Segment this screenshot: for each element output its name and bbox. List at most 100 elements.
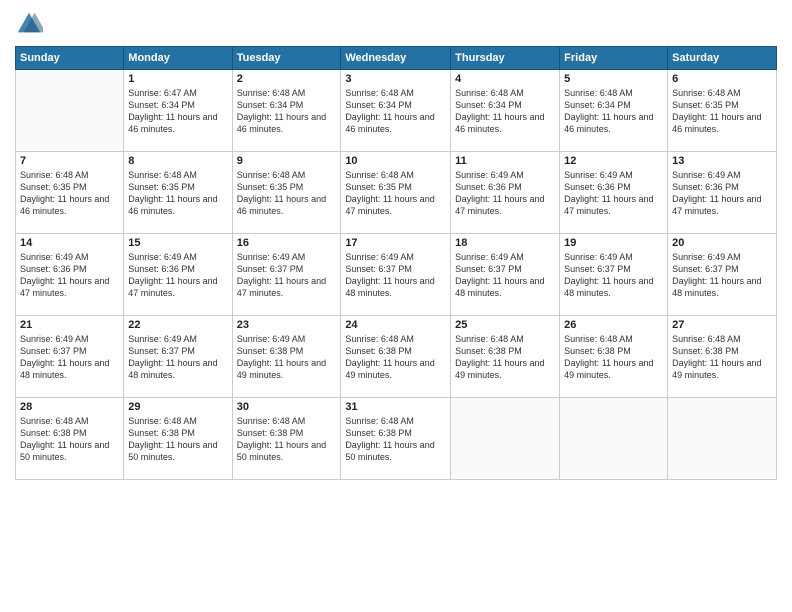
calendar-cell: 21 Sunrise: 6:49 AMSunset: 6:37 PMDayligh… [16,316,124,398]
calendar-cell: 16 Sunrise: 6:49 AMSunset: 6:37 PMDayligh… [232,234,341,316]
day-number: 2 [237,73,337,85]
calendar-header-saturday: Saturday [668,47,777,70]
day-info: Sunrise: 6:48 AMSunset: 6:35 PMDaylight:… [20,169,119,218]
calendar-cell: 7 Sunrise: 6:48 AMSunset: 6:35 PMDaylight… [16,152,124,234]
day-info: Sunrise: 6:48 AMSunset: 6:35 PMDaylight:… [128,169,227,218]
calendar-cell: 11 Sunrise: 6:49 AMSunset: 6:36 PMDayligh… [451,152,560,234]
day-info: Sunrise: 6:48 AMSunset: 6:38 PMDaylight:… [455,333,555,382]
day-info: Sunrise: 6:49 AMSunset: 6:37 PMDaylight:… [128,333,227,382]
calendar-cell: 27Sunrise: 6:48 AMSunset: 6:38 PMDayligh… [668,316,777,398]
calendar-cell: 1 Sunrise: 6:47 AMSunset: 6:34 PMDaylight… [124,70,232,152]
day-info: Sunrise: 6:49 AMSunset: 6:36 PMDaylight:… [672,169,772,218]
calendar-cell: 4Sunrise: 6:48 AMSunset: 6:34 PMDaylight… [451,70,560,152]
day-info: Sunrise: 6:49 AMSunset: 6:36 PMDaylight:… [455,169,555,218]
calendar-cell: 9Sunrise: 6:48 AMSunset: 6:35 PMDaylight… [232,152,341,234]
calendar-cell: 31Sunrise: 6:48 AMSunset: 6:38 PMDayligh… [341,398,451,480]
day-info: Sunrise: 6:47 AMSunset: 6:34 PMDaylight:… [128,87,227,136]
day-info: Sunrise: 6:49 AMSunset: 6:37 PMDaylight:… [455,251,555,300]
calendar-cell: 2 Sunrise: 6:48 AMSunset: 6:34 PMDaylight… [232,70,341,152]
day-info: Sunrise: 6:48 AMSunset: 6:34 PMDaylight:… [237,87,337,136]
calendar-cell: 29 Sunrise: 6:48 AMSunset: 6:38 PMDayligh… [124,398,232,480]
header [15,10,777,38]
day-info: Sunrise: 6:48 AMSunset: 6:38 PMDaylight:… [237,415,337,464]
day-info: Sunrise: 6:48 AMSunset: 6:35 PMDaylight:… [345,169,446,218]
day-number: 21 [20,319,119,331]
calendar-cell: 5Sunrise: 6:48 AMSunset: 6:34 PMDaylight… [560,70,668,152]
day-info: Sunrise: 6:48 AMSunset: 6:38 PMDaylight:… [564,333,663,382]
calendar-week-row: 28 Sunrise: 6:48 AMSunset: 6:38 PMDayligh… [16,398,777,480]
logo-icon [15,10,43,38]
day-number: 18 [455,237,555,249]
day-number: 29 [128,401,227,413]
day-number: 6 [672,73,772,85]
day-number: 3 [345,73,446,85]
day-info: Sunrise: 6:48 AMSunset: 6:38 PMDaylight:… [672,333,772,382]
calendar-header-tuesday: Tuesday [232,47,341,70]
day-info: Sunrise: 6:49 AMSunset: 6:36 PMDaylight:… [20,251,119,300]
day-number: 5 [564,73,663,85]
calendar-cell: 10 Sunrise: 6:48 AMSunset: 6:35 PMDayligh… [341,152,451,234]
calendar-cell: 15 Sunrise: 6:49 AMSunset: 6:36 PMDayligh… [124,234,232,316]
calendar-header-thursday: Thursday [451,47,560,70]
calendar-cell: 8 Sunrise: 6:48 AMSunset: 6:35 PMDaylight… [124,152,232,234]
day-number: 11 [455,155,555,167]
calendar-cell: 13 Sunrise: 6:49 AMSunset: 6:36 PMDayligh… [668,152,777,234]
day-number: 15 [128,237,227,249]
day-info: Sunrise: 6:48 AMSunset: 6:38 PMDaylight:… [20,415,119,464]
day-info: Sunrise: 6:49 AMSunset: 6:38 PMDaylight:… [237,333,337,382]
day-info: Sunrise: 6:48 AMSunset: 6:38 PMDaylight:… [128,415,227,464]
calendar-cell: 26 Sunrise: 6:48 AMSunset: 6:38 PMDayligh… [560,316,668,398]
day-number: 24 [345,319,446,331]
day-number: 26 [564,319,663,331]
day-number: 14 [20,237,119,249]
day-number: 13 [672,155,772,167]
calendar-week-row: 7 Sunrise: 6:48 AMSunset: 6:35 PMDaylight… [16,152,777,234]
day-info: Sunrise: 6:48 AMSunset: 6:35 PMDaylight:… [672,87,772,136]
day-number: 19 [564,237,663,249]
calendar-header-sunday: Sunday [16,47,124,70]
calendar-week-row: 14 Sunrise: 6:49 AMSunset: 6:36 PMDayligh… [16,234,777,316]
calendar-cell [16,70,124,152]
calendar-cell [668,398,777,480]
day-number: 17 [345,237,446,249]
day-number: 1 [128,73,227,85]
day-number: 22 [128,319,227,331]
calendar-week-row: 1 Sunrise: 6:47 AMSunset: 6:34 PMDaylight… [16,70,777,152]
day-info: Sunrise: 6:48 AMSunset: 6:38 PMDaylight:… [345,333,446,382]
day-number: 28 [20,401,119,413]
page: SundayMondayTuesdayWednesdayThursdayFrid… [0,0,792,612]
calendar-header-wednesday: Wednesday [341,47,451,70]
calendar-cell: 23 Sunrise: 6:49 AMSunset: 6:38 PMDayligh… [232,316,341,398]
calendar-cell: 25 Sunrise: 6:48 AMSunset: 6:38 PMDayligh… [451,316,560,398]
calendar-cell: 22 Sunrise: 6:49 AMSunset: 6:37 PMDayligh… [124,316,232,398]
day-info: Sunrise: 6:49 AMSunset: 6:37 PMDaylight:… [20,333,119,382]
day-number: 10 [345,155,446,167]
day-info: Sunrise: 6:49 AMSunset: 6:37 PMDaylight:… [345,251,446,300]
day-number: 12 [564,155,663,167]
day-info: Sunrise: 6:49 AMSunset: 6:37 PMDaylight:… [237,251,337,300]
logo [15,10,47,38]
day-info: Sunrise: 6:48 AMSunset: 6:34 PMDaylight:… [455,87,555,136]
day-info: Sunrise: 6:49 AMSunset: 6:36 PMDaylight:… [128,251,227,300]
calendar-cell: 3Sunrise: 6:48 AMSunset: 6:34 PMDaylight… [341,70,451,152]
calendar-cell [560,398,668,480]
calendar-cell: 24 Sunrise: 6:48 AMSunset: 6:38 PMDayligh… [341,316,451,398]
calendar: SundayMondayTuesdayWednesdayThursdayFrid… [15,46,777,480]
calendar-header-monday: Monday [124,47,232,70]
day-info: Sunrise: 6:49 AMSunset: 6:36 PMDaylight:… [564,169,663,218]
calendar-cell: 14 Sunrise: 6:49 AMSunset: 6:36 PMDayligh… [16,234,124,316]
day-number: 7 [20,155,119,167]
day-number: 16 [237,237,337,249]
calendar-header-friday: Friday [560,47,668,70]
calendar-cell: 18 Sunrise: 6:49 AMSunset: 6:37 PMDayligh… [451,234,560,316]
calendar-week-row: 21 Sunrise: 6:49 AMSunset: 6:37 PMDayligh… [16,316,777,398]
calendar-cell: 28 Sunrise: 6:48 AMSunset: 6:38 PMDayligh… [16,398,124,480]
day-info: Sunrise: 6:49 AMSunset: 6:37 PMDaylight:… [564,251,663,300]
day-number: 8 [128,155,227,167]
calendar-cell: 17 Sunrise: 6:49 AMSunset: 6:37 PMDayligh… [341,234,451,316]
day-number: 30 [237,401,337,413]
day-number: 25 [455,319,555,331]
calendar-cell: 12 Sunrise: 6:49 AMSunset: 6:36 PMDayligh… [560,152,668,234]
day-number: 23 [237,319,337,331]
calendar-cell: 20Sunrise: 6:49 AMSunset: 6:37 PMDayligh… [668,234,777,316]
